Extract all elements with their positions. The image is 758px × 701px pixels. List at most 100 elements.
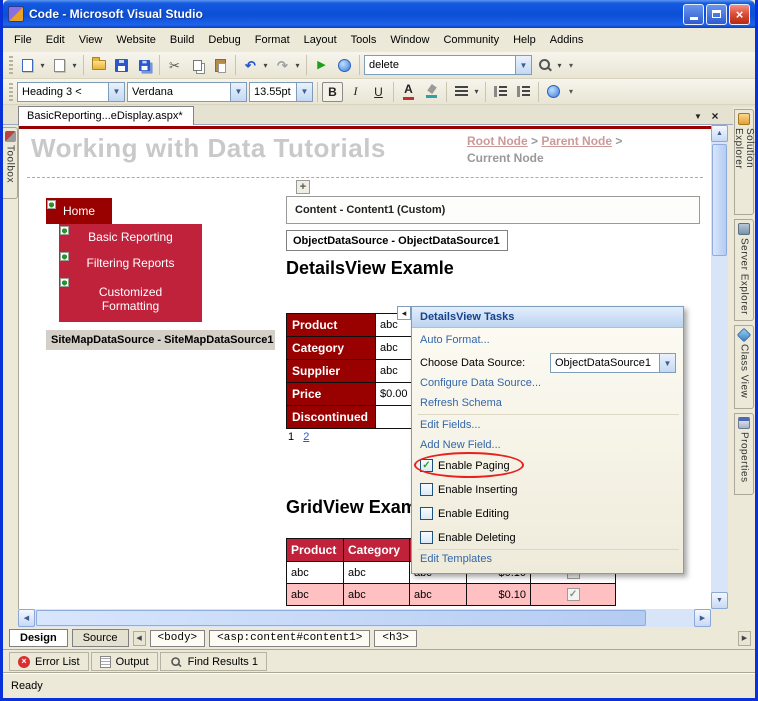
scroll-down-icon[interactable]: ▼ [711,592,728,609]
toolbar-grip[interactable] [9,82,13,101]
chevron-down-icon[interactable]: ▼ [230,82,246,101]
copy-button[interactable] [187,55,208,76]
enable-editing-checkbox[interactable] [420,507,433,520]
breadcrumb-root-link[interactable]: Root Node [467,134,528,148]
start-debug-button[interactable]: ▶ [311,55,332,76]
menu-item-help[interactable]: Help [506,31,543,49]
menu-item-website[interactable]: Website [109,31,163,49]
enable-deleting-checkbox[interactable] [420,531,433,544]
chevron-down-icon[interactable]: ▼ [296,82,312,101]
chevron-down-icon[interactable]: ▼ [659,354,675,372]
scroll-right-icon[interactable]: ▶ [694,609,711,627]
menu-item-debug[interactable]: Debug [201,31,247,49]
chevron-down-icon[interactable]: ▾ [293,61,302,70]
scroll-left-icon[interactable]: ◀ [18,609,35,627]
nav-item-basic-reporting[interactable]: Basic Reporting [59,224,202,250]
nav-item-filtering-reports[interactable]: Filtering Reports [59,250,202,276]
font-name-value[interactable]: Verdana [128,83,230,101]
toolbox-tab[interactable]: Toolbox [3,127,18,199]
find-combo-value[interactable]: delete [365,56,515,74]
chevron-down-icon[interactable]: ▾ [38,61,47,70]
menu-item-window[interactable]: Window [383,31,436,49]
output-tab[interactable]: Output [90,652,158,671]
find-combo[interactable]: delete ▼ [364,55,532,75]
vertical-scrollbar[interactable]: ▲ ▼ [711,125,728,609]
refresh-schema-link[interactable]: Refresh Schema [420,397,502,409]
block-format-combo[interactable]: Heading 3 < ▼ [17,81,125,102]
save-button[interactable] [111,55,132,76]
breadcrumb-parent-link[interactable]: Parent Node [541,134,612,148]
tag-nav-left-icon[interactable]: ◀ [132,630,146,646]
save-all-button[interactable] [134,55,155,76]
font-size-value[interactable]: 13.55pt [250,83,296,101]
close-document-icon[interactable]: × [708,109,722,123]
paste-button[interactable] [210,55,231,76]
pager-page-2-link[interactable]: 2 [303,431,309,443]
menu-item-community[interactable]: Community [436,31,506,49]
configure-data-source-link[interactable]: Configure Data Source... [420,377,541,389]
tag-asp-content[interactable]: <asp:content#content1> [209,629,371,647]
highlight-button[interactable] [421,82,442,102]
find-in-files-button[interactable] [534,55,555,76]
tag-nav-right-icon[interactable]: ▶ [738,630,751,646]
error-list-tab[interactable]: × Error List [9,652,89,671]
class-view-tab[interactable]: Class View [734,325,754,409]
solution-explorer-tab[interactable]: Solution Explorer [733,109,755,215]
nav-item-home[interactable]: Home [46,198,112,224]
nav-item-customized-formatting[interactable]: Customized Formatting [59,276,202,322]
tag-body[interactable]: <body> [149,629,206,647]
edit-templates-link[interactable]: Edit Templates [420,553,492,565]
move-handle-icon[interactable]: + [296,180,310,194]
menu-item-format[interactable]: Format [248,31,297,49]
font-color-button[interactable]: A [398,82,419,102]
underline-button[interactable]: U [368,82,389,102]
add-item-button[interactable] [49,55,70,76]
menu-item-tools[interactable]: Tools [344,31,384,49]
toolbar-overflow-icon[interactable]: ▾ [566,61,576,70]
maximize-button[interactable] [706,3,727,25]
vertical-scroll-thumb[interactable] [712,144,727,256]
open-file-button[interactable] [88,55,109,76]
chevron-down-icon[interactable]: ▾ [261,61,270,70]
italic-button[interactable]: I [345,82,366,102]
find-results-tab[interactable]: Find Results 1 [159,652,267,671]
align-button[interactable] [451,82,472,102]
menu-item-file[interactable]: File [7,31,39,49]
horizontal-scrollbar[interactable]: ◀ ▶ [18,609,711,627]
data-source-value[interactable]: ObjectDataSource1 [551,354,659,372]
chevron-down-icon[interactable]: ▾ [472,87,481,96]
tag-h3[interactable]: <h3> [374,629,417,647]
objectdatasource-control[interactable]: ObjectDataSource - ObjectDataSource1 [286,230,508,251]
horizontal-scroll-thumb[interactable] [36,610,646,626]
redo-button[interactable]: ↷ [272,55,293,76]
bullet-list-button[interactable] [513,82,534,102]
server-explorer-tab[interactable]: Server Explorer [734,219,754,321]
document-tab[interactable]: BasicReporting...eDisplay.aspx* [18,106,194,125]
auto-format-link[interactable]: Auto Format... [420,334,490,346]
sitemapdatasource-control[interactable]: SiteMapDataSource - SiteMapDataSource1 [46,330,275,350]
numbered-list-button[interactable] [490,82,511,102]
menu-item-layout[interactable]: Layout [297,31,344,49]
hyperlink-button[interactable] [543,82,564,102]
source-view-tab[interactable]: Source [71,629,129,647]
bold-button[interactable]: B [322,81,343,102]
chevron-down-icon[interactable]: ▾ [555,61,564,70]
toolbar-overflow-icon[interactable]: ▾ [566,87,576,96]
edit-fields-link[interactable]: Edit Fields... [420,419,481,431]
menu-item-view[interactable]: View [72,31,110,49]
menu-item-edit[interactable]: Edit [39,31,72,49]
new-website-button[interactable] [17,55,38,76]
minimize-button[interactable] [683,3,704,25]
close-button[interactable]: × [729,3,750,25]
chevron-down-icon[interactable]: ▾ [70,61,79,70]
cut-button[interactable]: ✂ [164,55,185,76]
menu-item-addins[interactable]: Addins [543,31,591,49]
font-size-combo[interactable]: 13.55pt ▼ [249,81,313,102]
undo-button[interactable]: ↶ [240,55,261,76]
block-format-value[interactable]: Heading 3 < [18,83,108,101]
chevron-down-icon[interactable]: ▼ [108,82,124,101]
enable-inserting-checkbox[interactable] [420,483,433,496]
title-bar[interactable]: Code - Microsoft Visual Studio × [3,0,755,28]
menu-item-build[interactable]: Build [163,31,201,49]
design-view-tab[interactable]: Design [9,629,68,647]
